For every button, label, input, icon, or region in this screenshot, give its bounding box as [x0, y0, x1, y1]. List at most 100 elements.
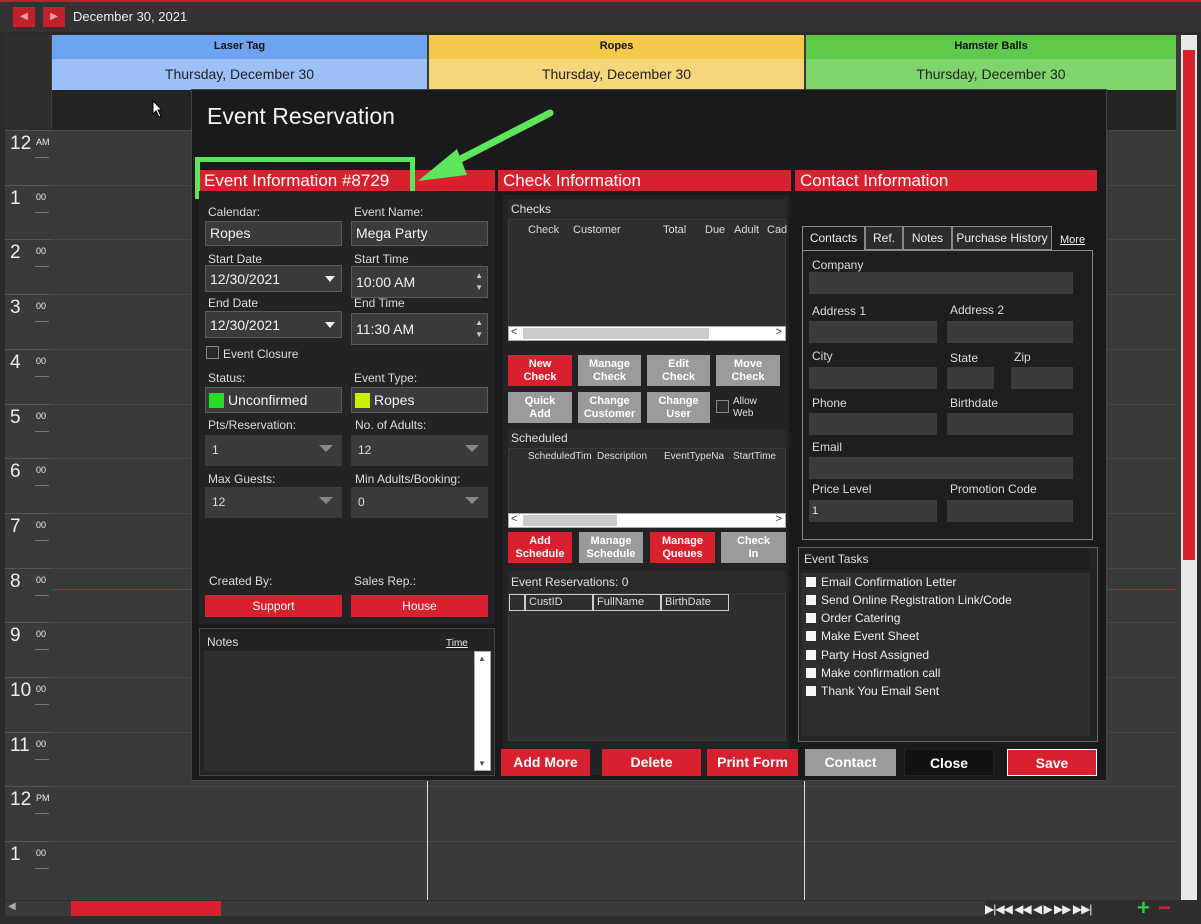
horizontal-scrollbar[interactable]: ◀ [5, 901, 985, 916]
manage-schedule-button[interactable]: Manage Schedule [579, 532, 643, 563]
manage-queues-button[interactable]: Manage Queues [650, 532, 715, 563]
scroll-left-icon[interactable]: ◀ [8, 901, 16, 912]
check-in-button[interactable]: Check In [721, 532, 786, 563]
address1-field[interactable] [809, 321, 937, 343]
event-closure-checkbox[interactable] [206, 346, 219, 359]
task-item[interactable]: Email Confirmation Letter [806, 575, 956, 593]
column-header-ropes[interactable]: Ropes [429, 35, 804, 59]
change-customer-button[interactable]: Change Customer [578, 392, 641, 423]
birthdate-field[interactable] [947, 413, 1073, 435]
reservations-column-header[interactable]: CustID [525, 594, 593, 611]
scheduled-column-header[interactable]: EventTypeNa [664, 451, 724, 462]
tab-ref[interactable]: Ref. [865, 226, 903, 250]
promotion-code-field[interactable] [947, 500, 1073, 522]
reservations-column-header[interactable]: FullName [593, 594, 661, 611]
email-field[interactable] [809, 457, 1073, 479]
scroll-thumb[interactable] [523, 515, 617, 526]
task-item[interactable]: Thank You Email Sent [806, 684, 939, 702]
task-checkbox[interactable] [806, 650, 816, 660]
no-of-adults-dropdown[interactable]: 12 [351, 435, 488, 466]
print-form-button[interactable]: Print Form [707, 749, 798, 776]
checks-column-header[interactable]: Customer [573, 224, 621, 236]
task-checkbox[interactable] [806, 577, 816, 587]
save-button[interactable]: Save [1007, 749, 1097, 776]
task-item[interactable]: Make confirmation call [806, 666, 940, 684]
company-field[interactable] [809, 272, 1073, 294]
city-field[interactable] [809, 367, 937, 389]
end-date-picker[interactable]: 12/30/2021 [205, 311, 342, 338]
column-header-hamster-balls[interactable]: Hamster Balls [806, 35, 1176, 59]
zip-field[interactable] [1011, 367, 1073, 389]
column-header-laser-tag[interactable]: Laser Tag [52, 35, 427, 59]
vertical-scroll-thumb[interactable] [1183, 50, 1195, 560]
price-level-field[interactable]: 1 [809, 500, 937, 522]
task-checkbox[interactable] [806, 613, 816, 623]
tab-contacts[interactable]: Contacts [802, 226, 865, 250]
state-field[interactable] [947, 367, 994, 389]
task-checkbox[interactable] [806, 595, 816, 605]
add-schedule-button[interactable]: Add Schedule [508, 532, 572, 563]
checks-column-header[interactable]: Adult [734, 224, 759, 236]
new-check-button[interactable]: New Check [508, 355, 572, 386]
delete-button[interactable]: Delete [602, 749, 701, 776]
move-check-button[interactable]: Move Check [716, 355, 780, 386]
task-checkbox[interactable] [806, 631, 816, 641]
vertical-scrollbar[interactable] [1181, 35, 1197, 900]
scroll-down-icon[interactable]: ▼ [478, 759, 486, 768]
event-reservations-list[interactable] [508, 593, 786, 741]
horizontal-scroll-thumb[interactable] [71, 901, 221, 916]
previous-day-button[interactable]: ◀ [13, 7, 35, 27]
next-day-button[interactable]: ▶ [43, 7, 65, 27]
created-by-button[interactable]: Support [205, 595, 342, 617]
add-more-button[interactable]: Add More [501, 749, 590, 776]
pts-reservation-dropdown[interactable]: 1 [205, 435, 342, 466]
calendar-field[interactable]: Ropes [205, 221, 342, 246]
spinner-arrows-icon[interactable]: ▲ ▼ [475, 317, 483, 341]
checks-column-header[interactable]: Cad [767, 224, 787, 236]
task-item[interactable]: Order Catering [806, 611, 900, 629]
min-adults-dropdown[interactable]: 0 [351, 487, 488, 518]
scheduled-column-header[interactable]: StartTime [733, 451, 776, 462]
scroll-right-icon[interactable]: > [776, 513, 782, 525]
allow-web-checkbox[interactable] [716, 400, 729, 413]
tab-purchase-history[interactable]: Purchase History [952, 226, 1052, 250]
scheduled-column-header[interactable]: ScheduledTim [528, 451, 592, 462]
calendar-navigation-arrows[interactable]: ▶|◀◀ ◀◀ ◀ ▶ ▶▶ ▶▶| [985, 902, 1092, 916]
scroll-right-icon[interactable]: > [776, 326, 782, 338]
sales-rep-button[interactable]: House [351, 595, 488, 617]
scheduled-horizontal-scrollbar[interactable]: < > [508, 513, 786, 528]
checks-column-header[interactable]: Total [663, 224, 686, 236]
end-time-spinner[interactable]: 11:30 AM ▲ ▼ [351, 313, 488, 345]
event-type-field[interactable]: Ropes [351, 387, 488, 413]
scroll-thumb[interactable] [523, 328, 709, 339]
scroll-up-icon[interactable]: ▲ [478, 654, 486, 663]
event-name-field[interactable]: Mega Party [351, 221, 488, 246]
more-link[interactable]: More [1060, 234, 1085, 246]
notes-textarea[interactable] [204, 651, 491, 771]
address2-field[interactable] [947, 321, 1073, 343]
notes-time-link[interactable]: Time [446, 638, 468, 649]
manage-check-button[interactable]: Manage Check [578, 355, 641, 386]
start-time-spinner[interactable]: 10:00 AM ▲ ▼ [351, 266, 488, 298]
task-checkbox[interactable] [806, 686, 816, 696]
spinner-arrows-icon[interactable]: ▲ ▼ [475, 270, 483, 294]
contact-button[interactable]: Contact [805, 749, 896, 776]
scheduled-column-header[interactable]: Description [597, 451, 647, 462]
phone-field[interactable] [809, 413, 937, 435]
add-icon[interactable]: + [1137, 897, 1150, 919]
task-checkbox[interactable] [806, 668, 816, 678]
status-field[interactable]: Unconfirmed [205, 387, 342, 413]
task-item[interactable]: Party Host Assigned [806, 648, 929, 666]
quick-add-button[interactable]: Quick Add [508, 392, 572, 423]
max-guests-dropdown[interactable]: 12 [205, 487, 342, 518]
close-button[interactable]: Close [904, 749, 994, 776]
scroll-left-icon[interactable]: < [511, 326, 517, 338]
checks-column-header[interactable]: Due [705, 224, 725, 236]
edit-check-button[interactable]: Edit Check [647, 355, 710, 386]
reservations-column-header[interactable]: BirthDate [661, 594, 729, 611]
notes-scrollbar[interactable]: ▲ ▼ [474, 651, 491, 771]
task-item[interactable]: Make Event Sheet [806, 629, 919, 647]
checks-horizontal-scrollbar[interactable]: < > [508, 326, 786, 341]
scroll-left-icon[interactable]: < [511, 513, 517, 525]
task-item[interactable]: Send Online Registration Link/Code [806, 593, 1012, 611]
